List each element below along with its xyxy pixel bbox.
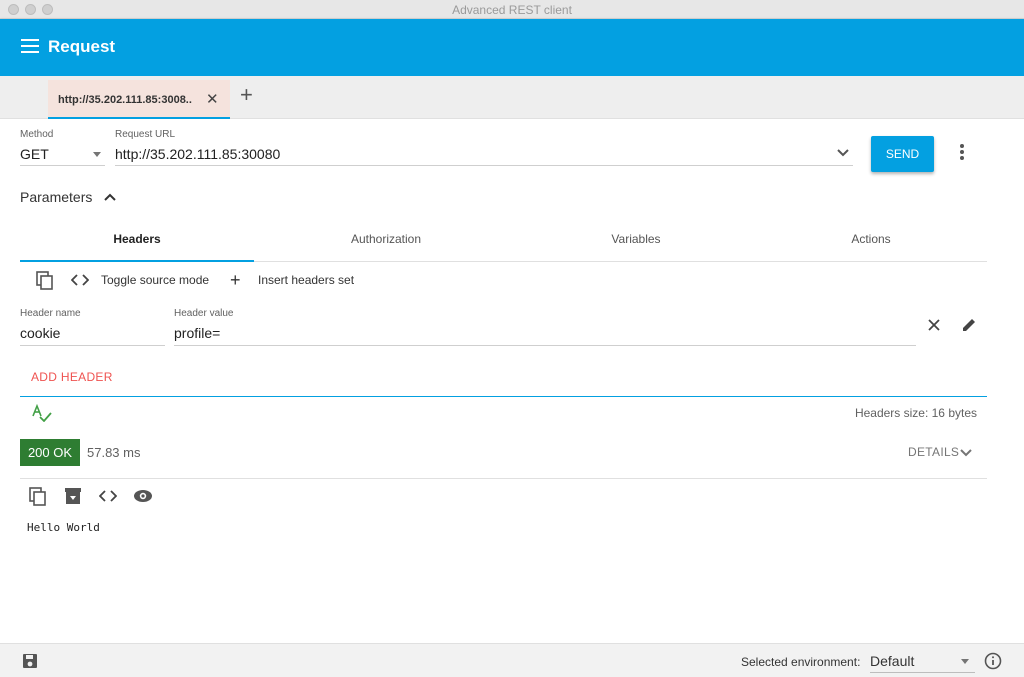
add-tab-icon[interactable]: + — [240, 84, 253, 106]
tab-request[interactable]: http://35.202.111.85:3008.. ✕ — [48, 80, 230, 119]
chevron-up-icon[interactable] — [104, 192, 116, 202]
environment-select[interactable]: Default — [870, 653, 914, 669]
details-button[interactable]: DETAILS — [908, 445, 959, 459]
plus-icon[interactable]: + — [230, 270, 241, 291]
method-underline — [20, 165, 105, 166]
response-copy-icon[interactable] — [29, 487, 47, 507]
tab-headers[interactable]: Headers — [20, 222, 254, 262]
chevron-down-icon[interactable] — [960, 448, 972, 458]
info-icon[interactable] — [984, 652, 1002, 670]
header-value-label: Header value — [174, 308, 234, 319]
status-badge: 200 OK — [20, 439, 80, 466]
method-label: Method — [20, 129, 54, 140]
add-header-button[interactable]: ADD HEADER — [31, 370, 113, 384]
edit-pencil-icon[interactable] — [961, 317, 977, 333]
toggle-source-mode-button[interactable]: Toggle source mode — [101, 273, 209, 287]
method-dropdown-arrow-icon[interactable] — [93, 152, 101, 157]
preview-eye-icon[interactable] — [133, 489, 153, 503]
response-divider — [20, 478, 987, 479]
send-button[interactable]: SEND — [871, 136, 934, 172]
spellcheck-icon[interactable] — [31, 404, 53, 422]
selected-environment-label: Selected environment: — [741, 655, 861, 669]
code-icon[interactable] — [71, 274, 89, 286]
method-select[interactable]: GET — [20, 146, 49, 162]
window-titlebar: Advanced REST client — [0, 0, 1024, 19]
hamburger-menu-icon[interactable] — [21, 39, 39, 55]
header-name-underline — [20, 345, 165, 346]
more-vert-icon[interactable] — [959, 144, 965, 162]
response-body-text: Hello World — [27, 521, 100, 534]
parameters-label: Parameters — [20, 189, 93, 205]
environment-dropdown-arrow-icon[interactable] — [961, 659, 969, 664]
save-response-archive-icon[interactable] — [64, 487, 82, 505]
tab-variables[interactable]: Variables — [519, 222, 753, 262]
header-value-input[interactable]: profile= — [174, 325, 220, 341]
url-label: Request URL — [115, 129, 176, 140]
request-tabs: http://35.202.111.85:3008.. ✕ + — [0, 76, 1024, 119]
insert-headers-set-button[interactable]: Insert headers set — [258, 273, 354, 287]
headers-divider — [20, 396, 987, 397]
window-title: Advanced REST client — [452, 3, 572, 17]
save-floppy-icon[interactable] — [22, 653, 38, 669]
header-name-label: Header name — [20, 308, 81, 319]
remove-header-close-icon[interactable] — [927, 318, 941, 332]
header-name-input[interactable]: cookie — [20, 325, 60, 341]
url-underline — [115, 165, 853, 166]
response-code-icon[interactable] — [99, 490, 117, 502]
headers-size-text: Headers size: 16 bytes — [854, 406, 977, 420]
tab-request-label: http://35.202.111.85:3008.. — [58, 94, 192, 106]
url-input[interactable]: http://35.202.111.85:30080 — [115, 146, 280, 162]
environment-underline — [870, 672, 975, 673]
header-value-underline — [174, 345, 916, 346]
parameters-tabs: Headers Authorization Variables Actions — [20, 222, 987, 262]
copy-icon[interactable] — [36, 271, 54, 291]
response-timing: 57.83 ms — [87, 445, 141, 460]
url-history-chevron-down-icon[interactable] — [836, 148, 850, 158]
footer-bar: Selected environment: Default — [0, 643, 1024, 677]
tab-actions[interactable]: Actions — [754, 222, 988, 262]
tab-authorization[interactable]: Authorization — [269, 222, 503, 262]
page-title: Request — [48, 37, 116, 56]
app-bar: Request — [0, 19, 1024, 76]
close-icon[interactable]: ✕ — [206, 90, 219, 108]
